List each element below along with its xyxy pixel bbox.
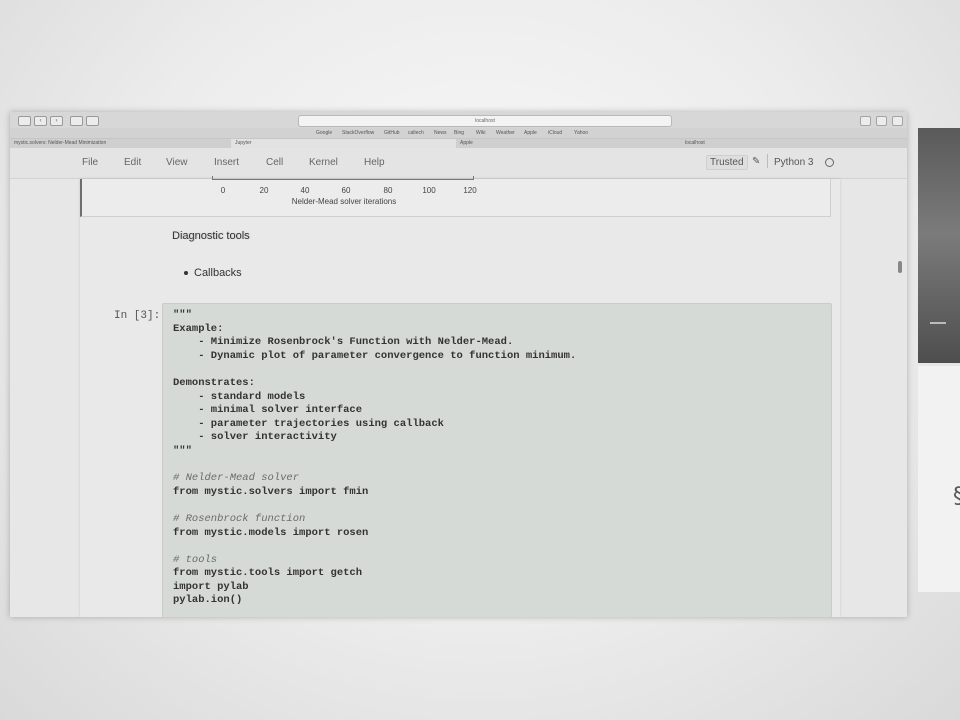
menu-cell[interactable]: Cell	[266, 157, 283, 168]
cell-prompt: In [3]:	[114, 310, 161, 322]
share-icon[interactable]	[70, 116, 83, 126]
x-tick-label: 100	[422, 186, 436, 195]
x-tick-label: 60	[341, 186, 351, 195]
code-comment-line: # tools	[173, 553, 218, 566]
tab-apple[interactable]: Apple	[456, 139, 685, 148]
background-window-preview	[918, 128, 960, 363]
bookmark-item[interactable]: StackOverflow	[342, 130, 374, 136]
bookmark-item[interactable]: caltech	[408, 130, 424, 136]
window-detail	[930, 322, 946, 324]
code-cell[interactable]: """ Example: - Minimize Rosenbrock's Fun…	[162, 303, 832, 617]
code-line: """	[173, 309, 192, 321]
bullet-icon	[184, 271, 188, 276]
tab-mystic-docs[interactable]: mystic.solvers: Nelder-Mead Minimization	[10, 139, 235, 148]
divider	[767, 154, 768, 168]
notebook-menubar: File Edit View Insert Cell Kernel Help T…	[10, 148, 907, 179]
code-line: - parameter trajectories using callback	[173, 417, 444, 430]
code-line: - minimal solver interface	[173, 404, 363, 417]
downloads-icon[interactable]	[876, 116, 887, 126]
scrollbar-thumb[interactable]	[898, 261, 902, 273]
address-bar[interactable]: localhost	[298, 115, 672, 127]
menu-edit[interactable]: Edit	[124, 157, 141, 168]
code-comment-line: # Rosenbrock function	[173, 512, 306, 525]
menu-insert[interactable]: Insert	[214, 157, 239, 168]
close-window-icon[interactable]	[18, 116, 31, 126]
menu-kernel[interactable]: Kernel	[309, 157, 338, 168]
markdown-list: Callbacks	[184, 267, 242, 279]
bookmark-item[interactable]: Apple	[524, 130, 537, 136]
code-comment-line: # Nelder-Mead solver	[173, 472, 300, 485]
bookmark-item[interactable]: Bing	[454, 130, 464, 136]
code-line: from mystic.solvers import fmin	[173, 485, 369, 498]
code-line: pylab.ion()	[173, 594, 243, 607]
menu-view[interactable]: View	[166, 157, 188, 168]
bookmark-item[interactable]: Wiki	[476, 130, 485, 136]
partial-glyph-icon: §	[953, 484, 960, 509]
code-line: - Minimize Rosenbrock's Function with Ne…	[173, 336, 514, 349]
markdown-heading: Diagnostic tools	[172, 230, 250, 242]
notebook-page: 0 20 40 60 80 100 120 Nelder-Mead solver…	[80, 176, 840, 617]
bookmark-item[interactable]: Google	[316, 130, 332, 136]
screen: ‹ › localhost Google StackOverflow GitHu…	[10, 112, 907, 617]
x-tick-label: 120	[463, 186, 477, 195]
bookmark-item[interactable]: News	[434, 130, 447, 136]
menu-file[interactable]: File	[82, 157, 98, 168]
tab-strip: mystic.solvers: Nelder-Mead Minimization…	[10, 138, 907, 148]
trusted-indicator[interactable]: Trusted	[706, 155, 748, 170]
tab-jupyter[interactable]: Jupyter	[231, 139, 460, 148]
x-tick-label: 20	[259, 186, 269, 195]
browser-toolbar: ‹ › localhost	[10, 112, 907, 128]
code-line: import pylab	[173, 580, 249, 593]
x-tick-label: 80	[383, 186, 393, 195]
bookmark-item[interactable]: Weather	[496, 130, 515, 136]
bookmark-item[interactable]: Yahoo	[574, 130, 588, 136]
menu-help[interactable]: Help	[364, 157, 385, 168]
x-axis-tick	[212, 176, 213, 180]
reload-icon[interactable]	[860, 116, 871, 126]
list-item: Callbacks	[194, 267, 242, 279]
code-line: """	[173, 444, 192, 457]
plot-output: 0 20 40 60 80 100 120 Nelder-Mead solver…	[80, 176, 831, 217]
edit-mode-pencil-icon: ✎	[752, 156, 761, 167]
x-tick-label: 40	[300, 186, 310, 195]
background-window-edge	[918, 366, 960, 592]
code-line: Demonstrates:	[173, 376, 255, 389]
code-line: - solver interactivity	[173, 431, 337, 444]
bookmark-item[interactable]: iCloud	[548, 130, 562, 136]
forward-icon[interactable]: ›	[50, 116, 63, 126]
kernel-idle-icon	[825, 158, 834, 167]
code-line: Example:	[173, 322, 224, 335]
x-axis-tick	[473, 176, 474, 180]
bookmarks-bar: Google StackOverflow GitHub caltech News…	[10, 128, 907, 138]
bookmark-item[interactable]: GitHub	[384, 130, 400, 136]
back-icon[interactable]: ‹	[34, 116, 47, 126]
code-line: - Dynamic plot of parameter convergence …	[173, 349, 577, 362]
kernel-name[interactable]: Python 3	[774, 157, 813, 168]
new-tab-icon[interactable]	[892, 116, 903, 126]
x-axis-label: Nelder-Mead solver iterations	[291, 197, 397, 206]
notebook-area[interactable]: 0 20 40 60 80 100 120 Nelder-Mead solver…	[10, 176, 907, 617]
code-line: from mystic.models import rosen	[173, 526, 369, 539]
code-line: - standard models	[173, 390, 306, 403]
tab-localhost[interactable]: localhost	[681, 139, 907, 148]
x-axis-line	[212, 176, 474, 180]
x-tick-label: 0	[220, 186, 226, 195]
code-line: from mystic.tools import getch	[173, 567, 363, 580]
sidebar-icon[interactable]	[86, 116, 99, 126]
code-editor[interactable]: """ Example: - Minimize Rosenbrock's Fun…	[163, 304, 831, 608]
